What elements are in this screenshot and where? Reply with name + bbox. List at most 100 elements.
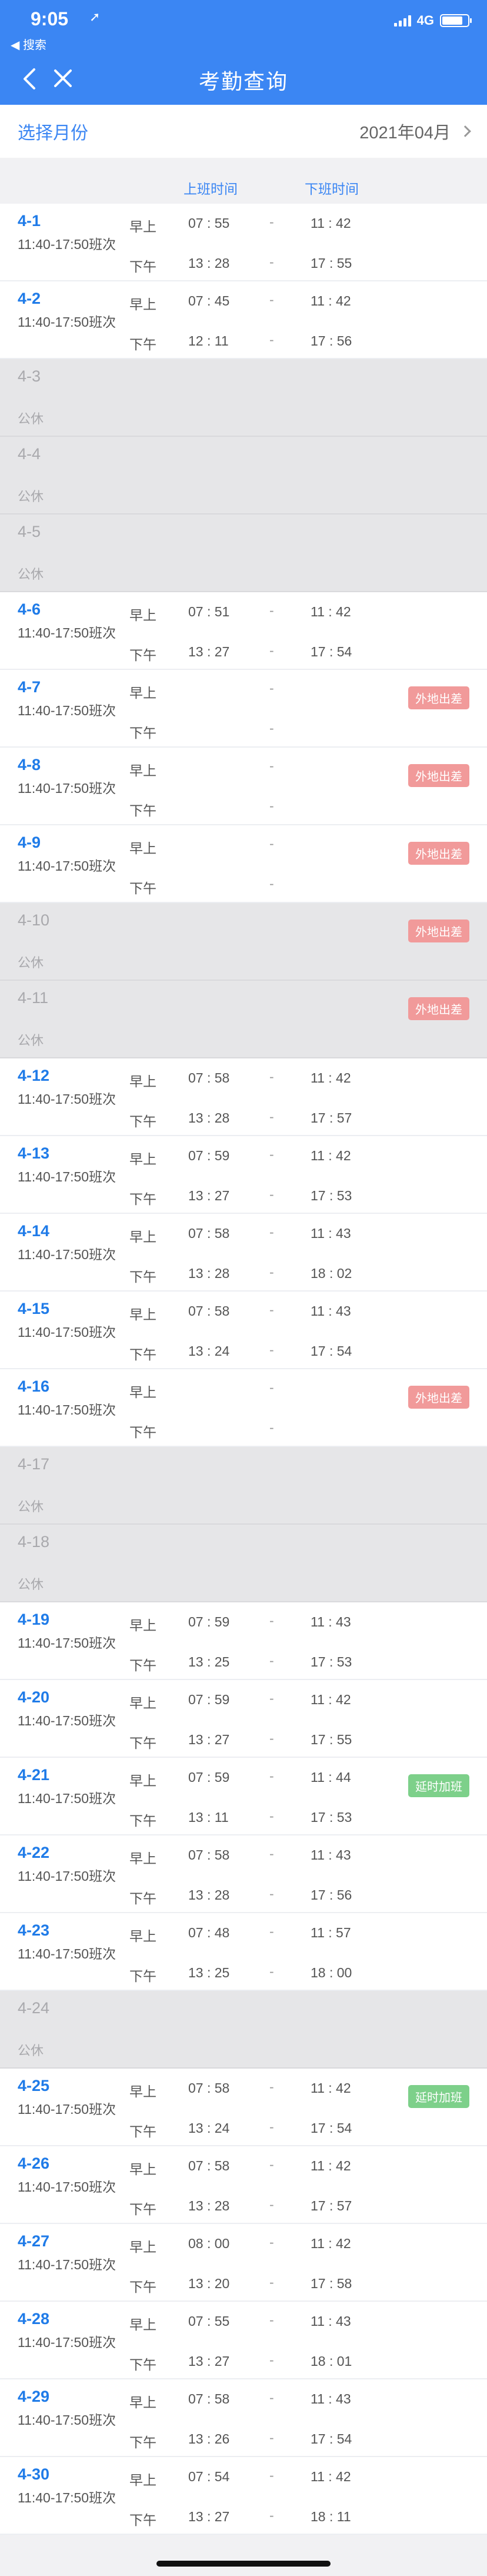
morning-clock-out: 11 : 43 — [311, 1226, 351, 1241]
afternoon-label: 下午 — [129, 2435, 156, 2450]
separator-dash: - — [269, 214, 274, 230]
attendance-row[interactable]: 4-2 11:40-17:50班次 早上 下午 07 : 45 - 11 : 42… — [0, 281, 487, 359]
morning-clock-out: 11 : 42 — [311, 604, 351, 619]
separator-dash: - — [269, 1613, 274, 1628]
shift-name: 11:40-17:50班次 — [18, 1169, 116, 1184]
afternoon-label: 下午 — [129, 803, 156, 818]
row-date: 4-21 — [18, 1766, 50, 1784]
afternoon-label: 下午 — [129, 1813, 156, 1828]
morning-clock-in: 07 : 54 — [188, 2469, 230, 2484]
morning-label: 早上 — [129, 1851, 156, 1866]
back-to-app-link[interactable]: ◀ 搜索 — [11, 35, 46, 52]
attendance-row[interactable]: 4-21 11:40-17:50班次 早上 下午 07 : 59 - 11 : 4… — [0, 1758, 487, 1835]
attendance-row[interactable]: 4-24 公休 — [0, 1991, 487, 2069]
row-date: 4-11 — [18, 989, 49, 1007]
attendance-row[interactable]: 4-17 公休 — [0, 1447, 487, 1525]
afternoon-clock-in: 13 : 11 — [188, 1810, 229, 1825]
separator-dash: - — [269, 798, 274, 814]
separator-dash: - — [269, 643, 274, 658]
morning-clock-in: 07 : 48 — [188, 1925, 230, 1940]
morning-clock-in: 07 : 58 — [188, 1847, 230, 1863]
afternoon-clock-in: 13 : 28 — [188, 1266, 230, 1281]
attendance-row[interactable]: 4-18 公休 — [0, 1525, 487, 1602]
attendance-row[interactable]: 4-30 11:40-17:50班次 早上 下午 07 : 54 - 11 : 4… — [0, 2457, 487, 2535]
morning-clock-out: 11 : 42 — [311, 1692, 351, 1707]
rest-label: 公休 — [18, 955, 44, 970]
separator-dash: - — [269, 1846, 274, 1861]
afternoon-clock-in: 13 : 27 — [188, 1188, 230, 1203]
attendance-row[interactable]: 4-4 公休 — [0, 437, 487, 514]
morning-label: 早上 — [129, 1695, 156, 1711]
shift-name: 11:40-17:50班次 — [18, 2102, 116, 2117]
separator-dash: - — [269, 876, 274, 891]
month-selector[interactable]: 选择月份 2021年04月 — [0, 105, 487, 158]
attendance-row[interactable]: 4-14 11:40-17:50班次 早上 下午 07 : 58 - 11 : 4… — [0, 1214, 487, 1292]
shift-name: 11:40-17:50班次 — [18, 1247, 116, 1262]
attendance-row[interactable]: 4-3 公休 — [0, 359, 487, 437]
attendance-row[interactable]: 4-12 11:40-17:50班次 早上 下午 07 : 58 - 11 : 4… — [0, 1058, 487, 1136]
morning-label: 早上 — [129, 219, 156, 234]
afternoon-clock-out: 18 : 11 — [311, 2509, 351, 2524]
attendance-row[interactable]: 4-28 11:40-17:50班次 早上 下午 07 : 55 - 11 : 4… — [0, 2302, 487, 2379]
attendance-row[interactable]: 4-19 11:40-17:50班次 早上 下午 07 : 59 - 11 : 4… — [0, 1602, 487, 1680]
afternoon-clock-in: 12 : 11 — [188, 333, 229, 348]
morning-clock-out: 11 : 42 — [311, 293, 351, 308]
attendance-row[interactable]: 4-9 11:40-17:50班次 早上 下午 - - 外地出差 — [0, 825, 487, 903]
attendance-row[interactable]: 4-25 11:40-17:50班次 早上 下午 07 : 58 - 11 : 4… — [0, 2069, 487, 2146]
afternoon-label: 下午 — [129, 1347, 156, 1362]
separator-dash: - — [269, 1808, 274, 1824]
separator-dash: - — [269, 2508, 274, 2523]
afternoon-label: 下午 — [129, 2202, 156, 2217]
attendance-row[interactable]: 4-23 11:40-17:50班次 早上 下午 07 : 48 - 11 : 5… — [0, 1913, 487, 1991]
row-date: 4-24 — [18, 1999, 50, 2017]
attendance-row[interactable]: 4-15 11:40-17:50班次 早上 下午 07 : 58 - 11 : 4… — [0, 1292, 487, 1369]
attendance-row[interactable]: 4-22 11:40-17:50班次 早上 下午 07 : 58 - 11 : 4… — [0, 1835, 487, 1913]
shift-name: 11:40-17:50班次 — [18, 2490, 116, 2505]
morning-label: 早上 — [129, 297, 156, 312]
row-date: 4-30 — [18, 2465, 50, 2483]
attendance-row[interactable]: 4-29 11:40-17:50班次 早上 下午 07 : 58 - 11 : 4… — [0, 2379, 487, 2457]
separator-dash: - — [269, 1264, 274, 1280]
row-date: 4-29 — [18, 2388, 50, 2405]
afternoon-label: 下午 — [129, 725, 156, 741]
morning-clock-out: 11 : 42 — [311, 1148, 351, 1163]
morning-clock-out: 11 : 43 — [311, 1847, 351, 1863]
attendance-row[interactable]: 4-20 11:40-17:50班次 早上 下午 07 : 59 - 11 : 4… — [0, 1680, 487, 1758]
attendance-row[interactable]: 4-16 11:40-17:50班次 早上 下午 - - 外地出差 — [0, 1369, 487, 1447]
attendance-row[interactable]: 4-11 公休 外地出差 — [0, 981, 487, 1058]
attendance-row[interactable]: 4-8 11:40-17:50班次 早上 下午 - - 外地出差 — [0, 748, 487, 825]
morning-label: 早上 — [129, 1307, 156, 1322]
morning-label: 早上 — [129, 1928, 156, 1944]
attendance-row[interactable]: 4-6 11:40-17:50班次 早上 下午 07 : 51 - 11 : 42… — [0, 592, 487, 670]
attendance-row[interactable]: 4-1 11:40-17:50班次 早上 下午 07 : 55 - 11 : 42… — [0, 204, 487, 281]
separator-dash: - — [269, 1187, 274, 1202]
row-date: 4-8 — [18, 756, 41, 774]
afternoon-label: 下午 — [129, 1114, 156, 1129]
location-arrow-icon: ➚ — [89, 9, 101, 24]
attendance-row[interactable]: 4-5 公休 — [0, 514, 487, 592]
separator-dash: - — [269, 1691, 274, 1706]
afternoon-clock-in: 13 : 27 — [188, 1732, 230, 1747]
attendance-row[interactable]: 4-10 公休 外地出差 — [0, 903, 487, 981]
afternoon-clock-in: 13 : 28 — [188, 1110, 230, 1126]
attendance-row[interactable]: 4-27 11:40-17:50班次 早上 下午 08 : 00 - 11 : 4… — [0, 2224, 487, 2302]
business-trip-badge: 外地出差 — [408, 842, 469, 865]
status-indicators: 4G — [393, 13, 472, 28]
business-trip-badge: 外地出差 — [408, 1386, 469, 1409]
attendance-row[interactable]: 4-26 11:40-17:50班次 早上 下午 07 : 58 - 11 : 4… — [0, 2146, 487, 2224]
attendance-row[interactable]: 4-7 11:40-17:50班次 早上 下午 - - 外地出差 — [0, 670, 487, 748]
separator-dash: - — [269, 2312, 274, 2328]
attendance-row[interactable]: 4-13 11:40-17:50班次 早上 下午 07 : 59 - 11 : 4… — [0, 1136, 487, 1214]
afternoon-clock-out: 17 : 53 — [311, 1810, 352, 1825]
morning-clock-in: 07 : 58 — [188, 1303, 230, 1319]
rest-label: 公休 — [18, 567, 44, 582]
separator-dash: - — [269, 2390, 274, 2405]
separator-dash: - — [269, 2352, 274, 2368]
row-date: 4-22 — [18, 1844, 50, 1861]
afternoon-clock-out: 17 : 55 — [311, 255, 352, 271]
row-date: 4-7 — [18, 678, 41, 696]
business-trip-badge: 外地出差 — [408, 764, 469, 787]
row-date: 4-16 — [18, 1377, 50, 1395]
month-value-group[interactable]: 2021年04月 — [359, 119, 471, 144]
shift-name: 11:40-17:50班次 — [18, 1713, 116, 1728]
